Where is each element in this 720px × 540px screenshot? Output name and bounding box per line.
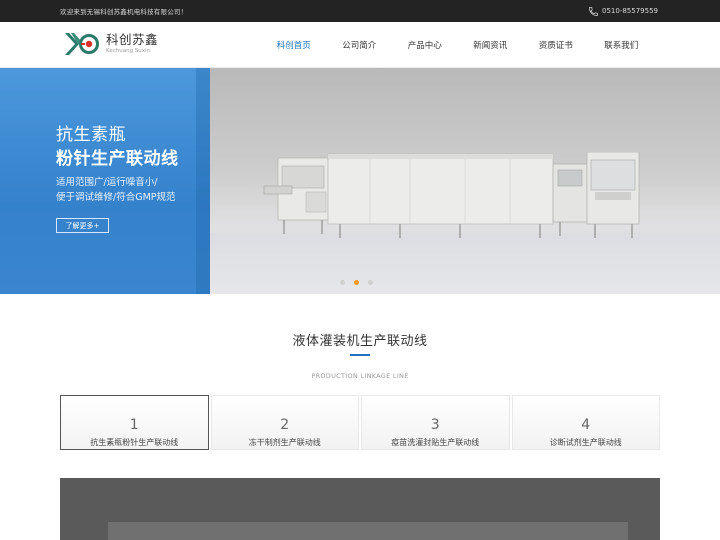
- tab-label: 冻干制剂生产联动线: [248, 438, 321, 447]
- nav-certificates[interactable]: 资质证书: [523, 22, 589, 68]
- tab-number: 3: [430, 417, 440, 433]
- tab-number: 4: [581, 417, 591, 433]
- product-line-tab-2[interactable]: 2 冻干制剂生产联动线: [210, 395, 359, 450]
- main-nav: 科创首页 公司简介 产品中心 新闻资讯 资质证书 联系我们: [261, 22, 654, 68]
- banner-desc-line1: 适用范围广/运行噪音小/: [56, 177, 158, 188]
- carousel-dot-active[interactable]: [354, 280, 359, 285]
- welcome-text: 欢迎来到无锡科创苏鑫机电科技有限公司！: [60, 8, 188, 16]
- tab-label: 诊断试剂生产联动线: [549, 438, 622, 447]
- site-header: 科创苏鑫 Kechuang Suxin 科创首页 公司简介 产品中心 新闻资讯 …: [0, 22, 720, 68]
- phone-contact[interactable]: 0510-85579559: [588, 5, 658, 17]
- carousel-dots: [340, 280, 373, 285]
- logo-name: 科创苏鑫: [106, 31, 159, 47]
- product-line-tab-4[interactable]: 4 诊断试剂生产联动线: [511, 395, 660, 450]
- product-line-tab-1[interactable]: 1 抗生素瓶粉针生产联动线: [60, 395, 209, 450]
- product-showcase-image: [108, 522, 628, 540]
- nav-news[interactable]: 新闻资讯: [458, 22, 524, 68]
- logo-english-name: Kechuang Suxin: [106, 47, 151, 54]
- nav-home[interactable]: 科创首页: [261, 22, 327, 68]
- banner-desc-line2: 便于调试维修/符合GMP规范: [56, 192, 176, 203]
- nav-about[interactable]: 公司简介: [327, 22, 393, 68]
- banner-title-line1: 抗生素瓶: [56, 125, 126, 145]
- product-line-tabs: 1 抗生素瓶粉针生产联动线 2 冻干制剂生产联动线 3 疫苗洗灌封贴生产联动线 …: [60, 395, 660, 450]
- phone-icon: [588, 2, 599, 21]
- nav-contact[interactable]: 联系我们: [589, 22, 655, 68]
- logo-mark-icon: [65, 33, 99, 55]
- hero-banner: 抗生素瓶 粉针生产联动线 适用范围广/运行噪音小/ 便于调试维修/符合GMP规范…: [0, 68, 720, 294]
- product-line-tab-3[interactable]: 3 疫苗洗灌封贴生产联动线: [361, 395, 510, 450]
- phone-number: 0510-85579559: [602, 7, 658, 15]
- carousel-dot[interactable]: [340, 280, 345, 285]
- tab-number: 1: [129, 417, 139, 433]
- section-subtitle: PRODUCTION LINKAGE LINE: [311, 372, 409, 380]
- tab-number: 2: [280, 417, 290, 433]
- learn-more-button[interactable]: 了解更多+: [56, 218, 109, 233]
- banner-text-panel: 抗生素瓶 粉针生产联动线 适用范围广/运行噪音小/ 便于调试维修/符合GMP规范…: [0, 68, 210, 294]
- section-title: 液体灌装机生产联动线: [292, 334, 428, 349]
- site-logo[interactable]: 科创苏鑫 Kechuang Suxin: [64, 31, 158, 57]
- product-showcase-panel: [60, 478, 660, 540]
- section-title-underline: [350, 354, 370, 356]
- production-line-image: [263, 152, 640, 238]
- tab-label: 疫苗洗灌封贴生产联动线: [391, 438, 480, 447]
- tab-label: 抗生素瓶粉针生产联动线: [90, 438, 179, 447]
- banner-title-line2: 粉针生产联动线: [56, 149, 179, 169]
- nav-products[interactable]: 产品中心: [392, 22, 458, 68]
- carousel-dot[interactable]: [368, 280, 373, 285]
- top-bar: 欢迎来到无锡科创苏鑫机电科技有限公司！ 0510-85579559: [0, 0, 720, 22]
- banner-floor: [210, 233, 720, 294]
